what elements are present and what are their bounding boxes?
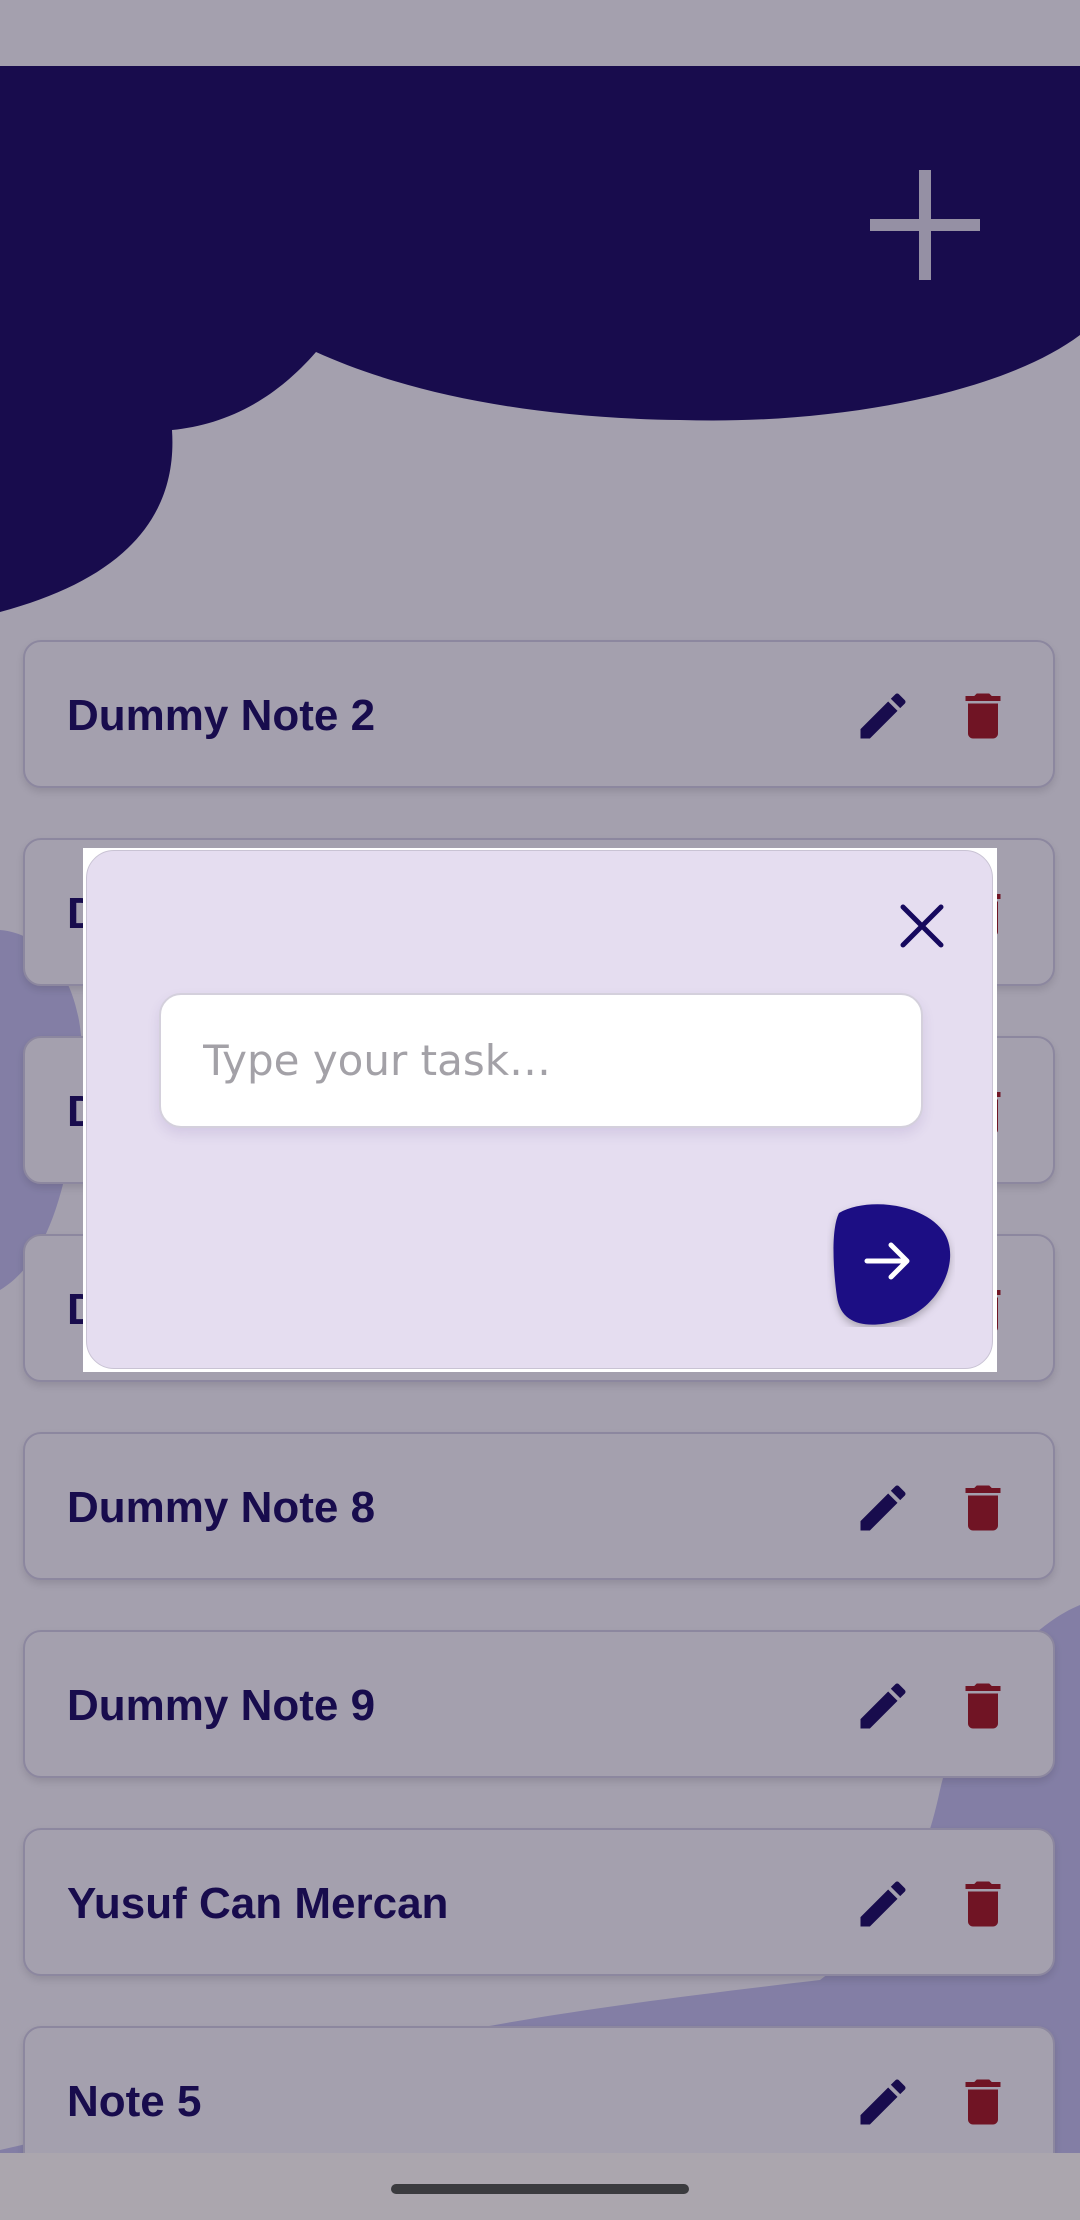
add-task-dialog-frame: [83, 848, 997, 1372]
close-icon: [900, 904, 944, 948]
home-gesture-handle[interactable]: [391, 2184, 689, 2194]
submit-task-button[interactable]: [827, 1199, 955, 1327]
submit-blob-shape: [833, 1204, 951, 1325]
close-dialog-button[interactable]: [887, 891, 957, 961]
navigation-bar: [0, 2153, 1080, 2220]
task-input[interactable]: [159, 993, 923, 1128]
add-task-dialog: [86, 850, 993, 1369]
